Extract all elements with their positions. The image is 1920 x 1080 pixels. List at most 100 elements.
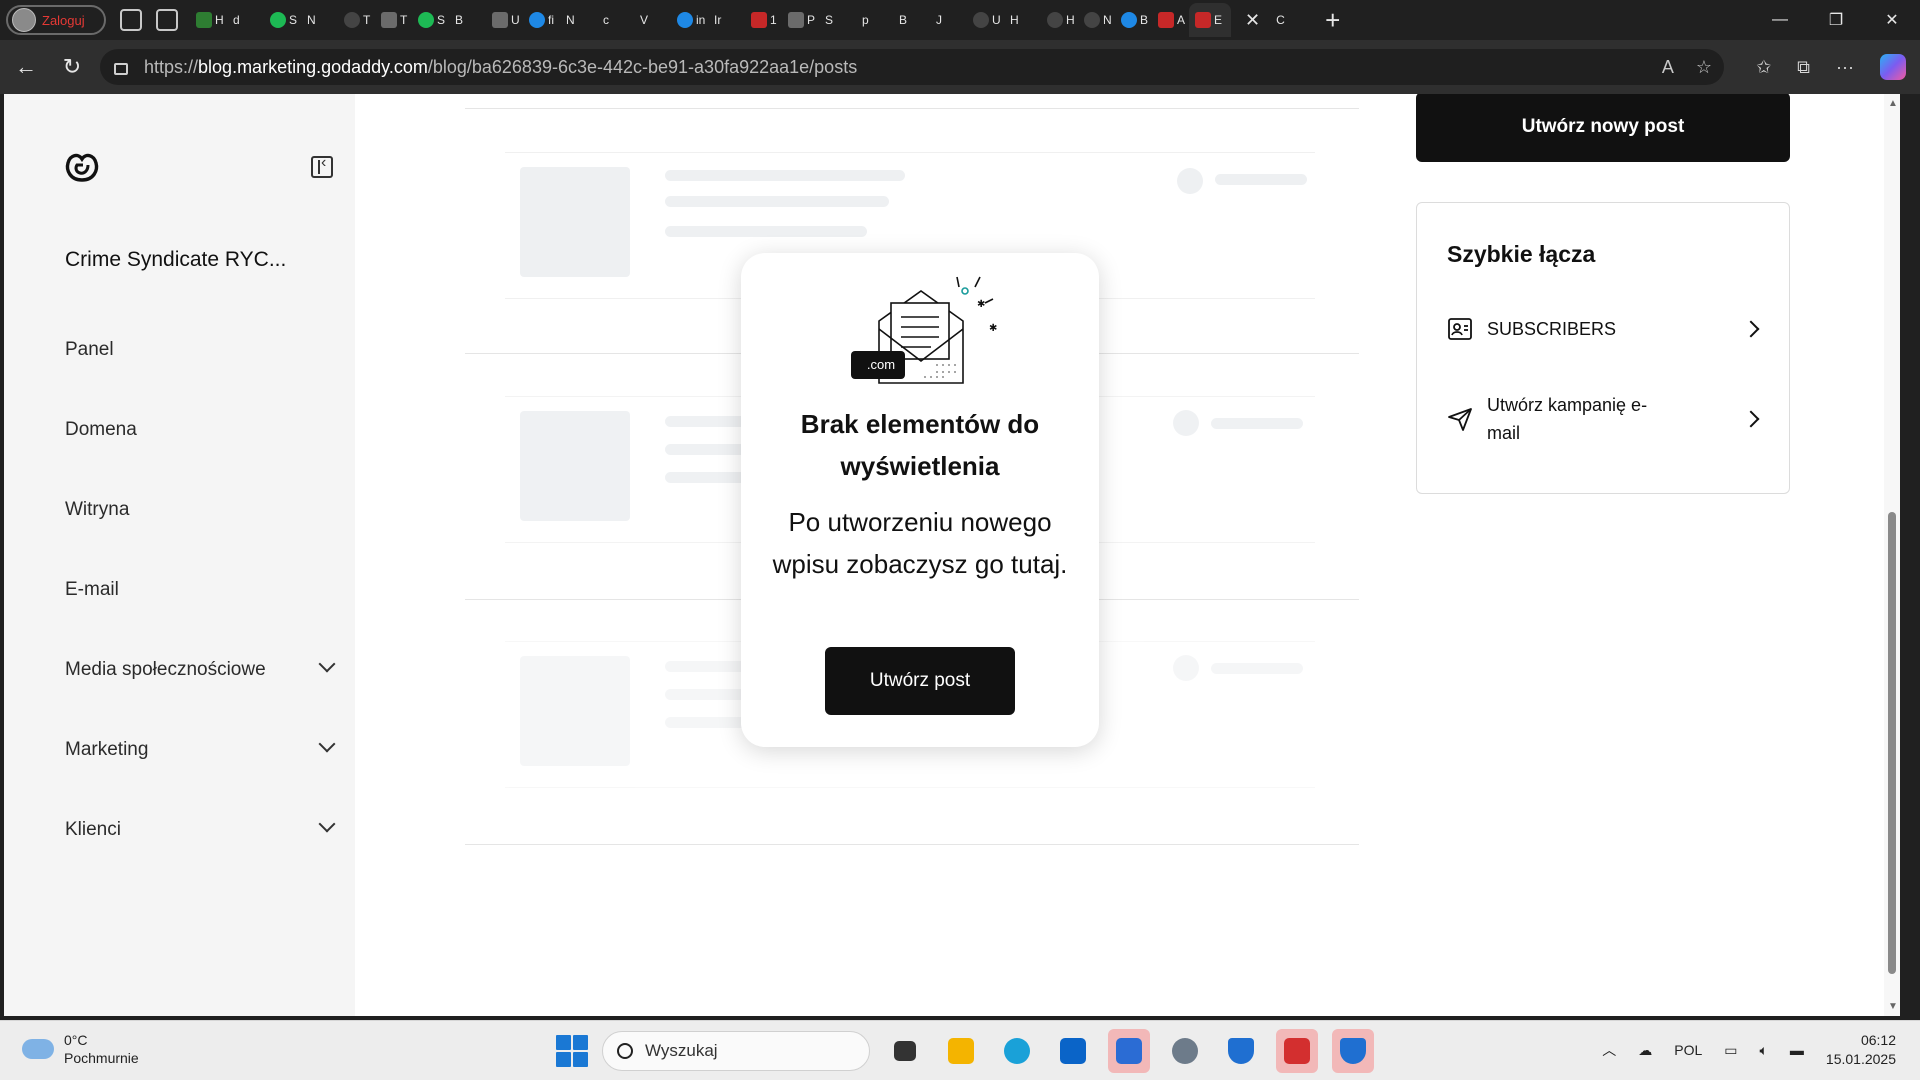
- browser-tab[interactable]: U: [967, 3, 1004, 37]
- browser-tab[interactable]: A: [1152, 3, 1189, 37]
- acrobat-icon[interactable]: [1276, 1029, 1318, 1073]
- outlook-icon[interactable]: [1052, 1029, 1094, 1073]
- browser-tab[interactable]: B: [4, 3, 1900, 1016]
- clock[interactable]: 06:12 15.01.2025: [1826, 1031, 1896, 1069]
- spotify-icon: [270, 12, 286, 28]
- tab-label: S: [437, 13, 446, 27]
- sidebar-item-marketing[interactable]: Marketing: [65, 730, 337, 810]
- browser-tab[interactable]: B: [1115, 3, 1152, 37]
- more-menu-icon[interactable]: ···: [1836, 57, 1854, 78]
- browser-tab[interactable]: in: [671, 3, 708, 37]
- browser-tab[interactable]: S: [264, 3, 301, 37]
- browser-tab[interactable]: S: [4, 3, 1900, 1016]
- volume-icon[interactable]: 🔈︎: [1760, 1042, 1768, 1059]
- tab-actions-icon[interactable]: [156, 9, 178, 31]
- store-icon[interactable]: [1108, 1029, 1150, 1073]
- profile-button[interactable]: Zaloguj: [6, 5, 106, 35]
- close-tab-icon[interactable]: ✕: [1245, 10, 1260, 31]
- language-indicator[interactable]: POL: [1674, 1042, 1702, 1058]
- network-icon[interactable]: ▭: [1724, 1042, 1737, 1059]
- minimize-icon[interactable]: —: [1752, 11, 1808, 29]
- tab-active[interactable]: E: [1189, 3, 1231, 37]
- scroll-up-icon[interactable]: ▲: [1888, 98, 1898, 109]
- windows-taskbar: 0°C Pochmurnie Wyszukaj ︿ ☁ POL ▭ 🔈︎ ▬ 0…: [0, 1020, 1920, 1080]
- favorite-star-icon[interactable]: ☆: [1696, 57, 1712, 78]
- scroll-thumb[interactable]: [1888, 512, 1896, 974]
- site-name: Crime Syndicate RYC...: [65, 248, 287, 271]
- close-window-icon[interactable]: ✕: [1864, 10, 1920, 30]
- chevron-down-icon[interactable]: [318, 815, 336, 833]
- back-icon[interactable]: ←: [14, 55, 38, 79]
- sidebar-item-domena[interactable]: Domena: [65, 410, 337, 490]
- lock-icon: [114, 63, 128, 75]
- security-shield-icon[interactable]: [1332, 1029, 1374, 1073]
- browser-tab[interactable]: Ir: [4, 3, 1900, 1016]
- start-icon[interactable]: [556, 1035, 588, 1067]
- browser-tab[interactable]: H: [4, 3, 1900, 1016]
- sidebar-item-witryna[interactable]: Witryna: [65, 490, 337, 570]
- browser-tab[interactable]: 1: [745, 3, 782, 37]
- sidebar-item-media-społecznościowe[interactable]: Media społecznościowe: [65, 650, 337, 730]
- tab-label: d: [233, 13, 240, 27]
- create-new-post-button[interactable]: Utwórz nowy post: [1416, 94, 1790, 162]
- browser-tab[interactable]: T: [375, 3, 412, 37]
- scroll-down-icon[interactable]: ▼: [1888, 1001, 1898, 1012]
- read-aloud-icon[interactable]: A: [1662, 57, 1674, 78]
- godaddy-logo-icon[interactable]: [64, 150, 100, 184]
- browser-tab[interactable]: p: [4, 3, 1900, 1016]
- task-view-icon[interactable]: [884, 1029, 926, 1073]
- browser-tab-strip: Zaloguj Hd S N T T S B Ufi Nc Vin Ir 1 P Sp B J U H H N B A E…: [0, 0, 1920, 1016]
- chevron-down-icon[interactable]: [318, 735, 336, 753]
- browser-tab[interactable]: H: [190, 3, 227, 37]
- page-scrollbar[interactable]: ▲ ▼: [1884, 94, 1900, 1016]
- browser-tab[interactable]: fi: [523, 3, 560, 37]
- browser-tab[interactable]: S: [412, 3, 449, 37]
- refresh-icon[interactable]: ↻: [60, 55, 84, 79]
- browser-tab[interactable]: V: [4, 3, 1900, 1016]
- browser-tab[interactable]: H: [1041, 3, 1078, 37]
- browser-tab[interactable]: c: [4, 3, 1900, 1016]
- browser-tab[interactable]: J: [4, 3, 1900, 1016]
- browser-tab[interactable]: N: [4, 3, 1900, 1016]
- chevron-down-icon[interactable]: [318, 655, 336, 673]
- browser-tab[interactable]: d: [4, 3, 1900, 1016]
- quick-link-subscribers[interactable]: SUBSCRIBERS: [1447, 315, 1763, 343]
- quick-link-email-campaign[interactable]: Utwórz kampanię e-mail: [1447, 391, 1763, 447]
- empty-state-card: ✱ ✱ .com Brak elementów do wyświetlenia …: [741, 253, 1099, 747]
- browser-tab[interactable]: T: [338, 3, 375, 37]
- settings-icon[interactable]: [1164, 1029, 1206, 1073]
- sidebar: Crime Syndicate RYC... Panel Domena Witryn…: [4, 94, 355, 1016]
- onedrive-icon[interactable]: ☁: [1638, 1042, 1652, 1059]
- browser-tab[interactable]: P: [782, 3, 819, 37]
- defender-icon[interactable]: [1220, 1029, 1262, 1073]
- chevron-up-icon[interactable]: ︿: [1602, 1040, 1616, 1060]
- edge-icon[interactable]: [996, 1029, 1038, 1073]
- weather-widget[interactable]: 0°C Pochmurnie: [22, 1031, 139, 1067]
- address-bar[interactable]: https://blog.marketing.godaddy.com/blog/…: [100, 49, 1724, 85]
- taskbar-search[interactable]: Wyszukaj: [602, 1031, 870, 1071]
- posts-content: ✱ ✱ .com Brak elementów do wyświetlenia …: [355, 94, 1900, 1016]
- tab-label: c: [603, 13, 609, 27]
- create-post-button[interactable]: Utwórz post: [825, 647, 1015, 715]
- sidebar-item-panel[interactable]: Panel: [65, 330, 337, 410]
- sidebar-item-e-mail[interactable]: E-mail: [65, 570, 337, 650]
- new-tab-icon[interactable]: +: [1325, 5, 1340, 36]
- favorites-icon[interactable]: ✩: [1756, 57, 1771, 78]
- extensions-icon[interactable]: ⧉: [1797, 57, 1810, 78]
- search-icon: [617, 1043, 633, 1059]
- copilot-icon[interactable]: [1880, 54, 1906, 80]
- browser-tab[interactable]: U: [486, 3, 523, 37]
- workspaces-icon[interactable]: [120, 9, 142, 31]
- battery-icon[interactable]: ▬: [1790, 1042, 1804, 1058]
- collapse-sidebar-icon[interactable]: [311, 154, 333, 178]
- file-explorer-icon[interactable]: [940, 1029, 982, 1073]
- browser-tab[interactable]: N: [4, 3, 1900, 1016]
- browser-tab[interactable]: N: [1078, 3, 1115, 37]
- sidebar-item-klienci[interactable]: Klienci: [65, 810, 337, 890]
- blank-icon: [1047, 12, 1063, 28]
- browser-tab[interactable]: B: [4, 3, 1900, 1016]
- tab-trailing[interactable]: C: [4, 3, 1900, 1016]
- restore-icon[interactable]: ❐: [1808, 10, 1864, 30]
- url-text[interactable]: https://blog.marketing.godaddy.com/blog/…: [144, 57, 857, 78]
- domain-badge: .com: [866, 357, 896, 372]
